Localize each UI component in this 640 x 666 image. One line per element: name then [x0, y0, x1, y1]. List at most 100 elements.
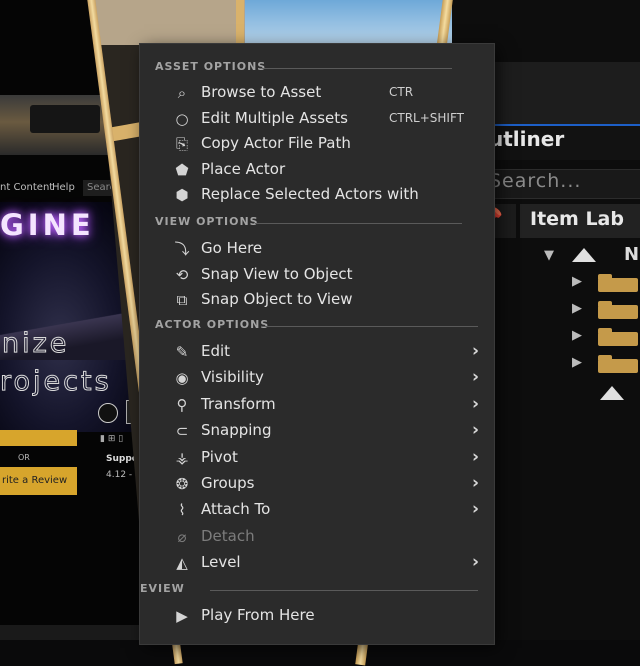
browse-icon: ⌕ — [177, 84, 187, 102]
section-header-label: VIEW OPTIONS — [155, 215, 259, 228]
section-divider — [210, 590, 478, 591]
eye-icon: ◉ — [175, 369, 189, 387]
menu-item-browse-to-asset[interactable]: ⌕ Browse to Asset CTR — [140, 81, 494, 105]
folder-icon — [598, 355, 638, 373]
write-review-button[interactable]: rite a Review — [0, 467, 77, 495]
menu-item-copy-actor-file-path[interactable]: ⎘ Copy Actor File Path — [140, 132, 494, 156]
nav-help-link[interactable]: Help — [52, 182, 75, 193]
menu-item-level[interactable]: ◭ Level › — [140, 551, 494, 575]
submenu-chevron-icon: › — [472, 499, 480, 519]
hero-engine-text: GINE — [0, 208, 95, 242]
website-footer-strip — [0, 625, 150, 640]
submenu-chevron-icon: › — [472, 473, 480, 493]
section-header-label: ASSET OPTIONS — [155, 60, 267, 73]
collapse-arrow-icon[interactable]: ▶ — [572, 274, 582, 289]
transform-icon: ⚲ — [176, 396, 188, 414]
section-divider — [262, 68, 452, 69]
menu-item-edit-multiple-assets[interactable]: ○ Edit Multiple Assets CTRL+SHIFT — [140, 107, 494, 131]
outliner-root-label: N — [624, 244, 640, 265]
pencil-icon: ✎ — [175, 343, 189, 361]
submenu-chevron-icon: › — [472, 394, 480, 414]
viewport-wall — [95, 0, 245, 45]
menu-item-shortcut: CTR — [389, 85, 414, 99]
menu-item-detach: ⌀ Detach — [140, 525, 494, 549]
menu-item-pivot[interactable]: ⚶ Pivot › — [140, 446, 494, 470]
section-header-label: EVIEW — [140, 582, 185, 595]
outliner-search-placeholder: Search... — [489, 170, 582, 192]
menu-item-label: Pivot — [201, 448, 238, 466]
viewport-frame — [236, 0, 244, 45]
viewport-sky — [245, 0, 455, 45]
menu-item-label: Go Here — [201, 239, 263, 257]
collapse-arrow-icon[interactable]: ▶ — [572, 328, 582, 343]
pivot-icon: ⚶ — [175, 449, 189, 467]
section-header: ASSET OPTIONS — [140, 60, 494, 76]
menu-item-replace-selected-actors-with[interactable]: ⬢ Replace Selected Actors with — [140, 183, 494, 207]
menu-item-label: Copy Actor File Path — [201, 134, 351, 152]
menu-item-edit[interactable]: ✎ Edit › — [140, 340, 494, 364]
item-label-column-text: Item Lab — [530, 208, 624, 230]
menu-item-label: Edit Multiple Assets — [201, 109, 348, 127]
menu-item-label: Visibility — [201, 368, 264, 386]
paperclip-icon: ⌇ — [178, 501, 186, 519]
collapse-arrow-icon[interactable]: ▶ — [572, 355, 582, 370]
submenu-chevron-icon: › — [472, 447, 480, 467]
section-divider — [255, 223, 462, 224]
folder-icon — [598, 274, 638, 292]
menu-item-place-actor[interactable]: ⬟ Place Actor — [140, 158, 494, 182]
groups-icon: ❂ — [175, 475, 189, 493]
hero-tagline-line2: rojects — [0, 366, 112, 398]
menu-item-groups[interactable]: ❂ Groups › — [140, 472, 494, 496]
submenu-chevron-icon: › — [472, 420, 480, 440]
menu-item-label: Transform — [201, 395, 276, 413]
snapping-icon: ⊂ — [175, 422, 189, 440]
menu-item-label: Edit — [201, 342, 231, 360]
menu-item-snap-view-to-object[interactable]: ⟲ Snap View to Object — [140, 263, 494, 287]
website-buy-button[interactable] — [0, 430, 77, 446]
unreal-logo-icon — [98, 403, 118, 423]
snap-object-icon: ⧉ — [176, 291, 188, 309]
menu-item-label: Attach To — [201, 500, 271, 518]
menu-item-label: Play From Here — [201, 606, 315, 624]
menu-item-label: Snap View to Object — [201, 265, 353, 283]
menu-item-visibility[interactable]: ◉ Visibility › — [140, 366, 494, 390]
menu-item-shortcut: CTRL+SHIFT — [389, 111, 464, 125]
landscape-icon — [600, 386, 624, 400]
section-header: VIEW OPTIONS — [140, 215, 494, 231]
level-icon: ◭ — [176, 554, 188, 572]
snap-view-icon: ⟲ — [175, 266, 189, 284]
place-actor-icon: ⬟ — [175, 161, 189, 179]
menu-item-attach-to[interactable]: ⌇ Attach To › — [140, 498, 494, 522]
menu-item-label: Groups — [201, 474, 255, 492]
collapse-arrow-icon[interactable]: ▶ — [572, 301, 582, 316]
replace-actor-icon: ⬢ — [175, 186, 189, 204]
menu-item-play-from-here[interactable]: ▶ Play From Here — [140, 604, 494, 628]
menu-item-go-here[interactable]: ⤵ Go Here — [140, 237, 494, 261]
menu-item-snapping[interactable]: ⊂ Snapping › — [140, 419, 494, 443]
circle-icon: ○ — [175, 110, 189, 128]
menu-item-transform[interactable]: ⚲ Transform › — [140, 393, 494, 417]
section-divider — [261, 326, 478, 327]
detach-icon: ⌀ — [177, 528, 187, 546]
actor-context-menu: ASSET OPTIONS ⌕ Browse to Asset CTR ○ Edit Mu… — [140, 44, 494, 644]
menu-item-label: Detach — [201, 527, 255, 545]
menu-item-label: Place Actor — [201, 160, 286, 178]
section-header-label: ACTOR OPTIONS — [155, 318, 270, 331]
nav-content-link[interactable]: nt Content — [0, 182, 53, 193]
section-header: EVIEW — [140, 582, 494, 598]
submenu-chevron-icon: › — [472, 552, 480, 572]
level-icon — [572, 248, 596, 262]
menu-item-snap-object-to-view[interactable]: ⧉ Snap Object to View — [140, 288, 494, 312]
menu-item-label: Snapping — [201, 421, 272, 439]
platform-icons: ▮ ⊞ ▯ — [100, 434, 124, 444]
submenu-chevron-icon: › — [472, 367, 480, 387]
copy-path-icon: ⎘ — [175, 135, 188, 153]
expand-arrow-icon[interactable]: ▼ — [544, 248, 554, 263]
menu-item-label: Level — [201, 553, 241, 571]
section-header: ACTOR OPTIONS — [140, 318, 494, 334]
menu-item-label: Snap Object to View — [201, 290, 353, 308]
folder-icon — [598, 328, 638, 346]
menu-item-label: Browse to Asset — [201, 83, 322, 101]
menu-item-label: Replace Selected Actors with — [201, 185, 419, 203]
hero-tagline-line1: nize — [1, 328, 70, 360]
